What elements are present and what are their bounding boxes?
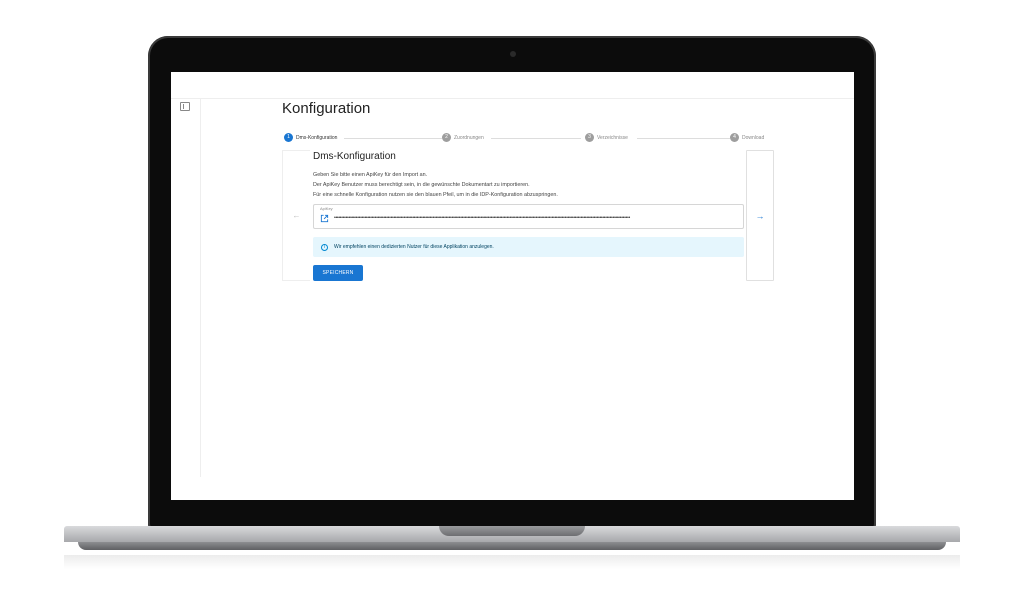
arrow-right-icon: → [755,210,765,221]
laptop-notch [439,526,585,536]
app-header-divider [171,98,854,99]
card-description: Geben Sie bitte einen ApiKey für den Imp… [313,170,558,200]
laptop-reflection [64,555,960,569]
step-number: 4 [730,133,739,142]
step-number: 1 [284,133,293,142]
step-verzeichnisse[interactable]: 3 Verzeichnisse [585,133,628,142]
dms-config-card: ← → Dms-Konfiguration Geben Sie bitte ei… [282,150,774,281]
stepper: 1 Dms-Konfiguration 2 Zuordnungen 3 Verz… [284,133,773,143]
step-zuordnungen[interactable]: 2 Zuordnungen [442,133,484,142]
info-alert-text: Wir empfehlen einen dedizierten Nutzer f… [334,244,494,250]
save-button[interactable]: SPEICHERN [313,265,363,281]
step-connector [491,138,581,139]
app-screen: Konfiguration 1 Dms-Konfiguration 2 Zuor… [171,72,854,500]
description-line: Der ApiKey Benutzer muss berechtigt sein… [313,182,530,188]
sidebar-divider [200,99,201,477]
step-dms-konfiguration[interactable]: 1 Dms-Konfiguration [284,133,337,142]
step-label: Zuordnungen [454,134,484,141]
step-label: Download [742,134,765,141]
prev-step-button[interactable]: ← [282,150,310,281]
step-label: Dms-Konfiguration [296,134,338,141]
step-number: 3 [585,133,594,142]
laptop-base-bottom [78,542,946,550]
arrow-left-icon: ← [292,211,301,220]
page-title: Konfiguration [282,100,371,117]
step-number: 2 [442,133,451,142]
apikey-input[interactable]: ••••••••••••••••••••••••••••••••••••••••… [334,214,740,222]
info-alert: i Wir empfehlen einen dedizierten Nutzer… [313,237,744,257]
info-icon: i [321,243,328,251]
card-title: Dms-Konfiguration [313,151,396,162]
description-line: Geben Sie bitte einen ApiKey für den Imp… [313,172,428,178]
step-label: Verzeichnisse [597,134,628,141]
apikey-field[interactable]: ApiKey •••••••••••••••••••••••••••••••••… [313,204,744,229]
description-line: Für eine schnelle Konfiguration nutzen s… [313,192,558,198]
next-step-button[interactable]: → [746,150,774,281]
step-download[interactable]: 4 Download [730,133,764,142]
external-link-icon[interactable] [320,214,329,223]
sidebar-toggle-icon[interactable] [180,102,190,111]
step-connector [344,138,442,139]
step-connector [637,138,730,139]
apikey-label: ApiKey [320,206,333,211]
camera-icon [510,51,516,57]
